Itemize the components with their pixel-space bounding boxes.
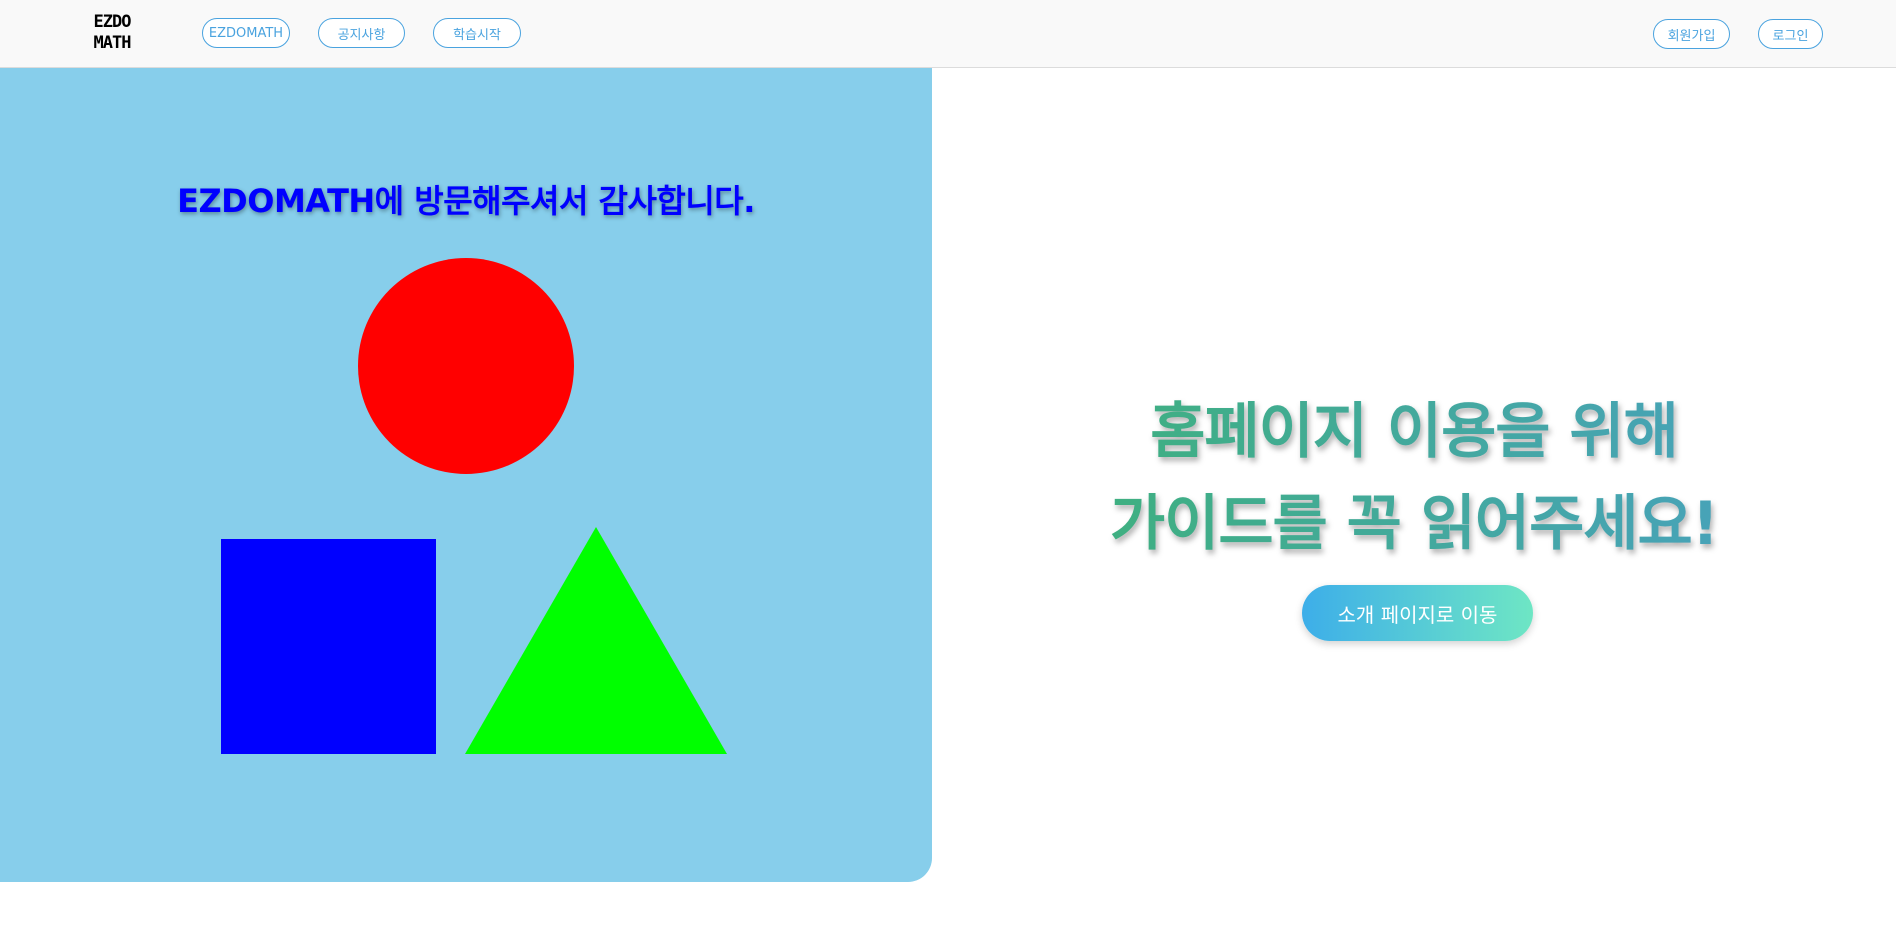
signup-button[interactable]: 회원가입 — [1653, 19, 1730, 49]
welcome-heading: EZDOMATH에 방문해주셔서 감사합니다. — [177, 182, 755, 220]
nav-item-start-learning[interactable]: 학습시작 — [433, 18, 521, 48]
guide-panel: 홈페이지 이용을 위해 가이드를 꼭 읽어주세요! — [932, 68, 1896, 882]
blue-square-shape — [221, 539, 436, 754]
guide-headline: 홈페이지 이용을 위해 가이드를 꼭 읽어주세요! — [932, 386, 1896, 570]
site-logo[interactable]: EZDO MATH — [82, 12, 142, 54]
logo-line-1: EZDO — [93, 12, 132, 32]
login-button[interactable]: 로그인 — [1758, 19, 1823, 49]
logo-line-2: MATH — [93, 33, 132, 53]
top-navbar: EZDO MATH EZDOMATH 공지사항 학습시작 회원가입 로그인 — [0, 0, 1896, 68]
guide-headline-line-2: 가이드를 꼭 읽어주세요! — [1109, 489, 1719, 559]
welcome-panel: EZDOMATH에 방문해주셔서 감사합니다. — [0, 68, 932, 882]
nav-item-ezdomath[interactable]: EZDOMATH — [202, 18, 290, 48]
go-to-intro-button[interactable]: 소개 페이지로 이동 — [1302, 585, 1533, 641]
green-triangle-shape — [465, 527, 727, 754]
red-circle-shape — [358, 258, 574, 474]
guide-headline-line-1: 홈페이지 이용을 위해 — [1150, 397, 1678, 467]
nav-item-notice[interactable]: 공지사항 — [318, 18, 405, 48]
